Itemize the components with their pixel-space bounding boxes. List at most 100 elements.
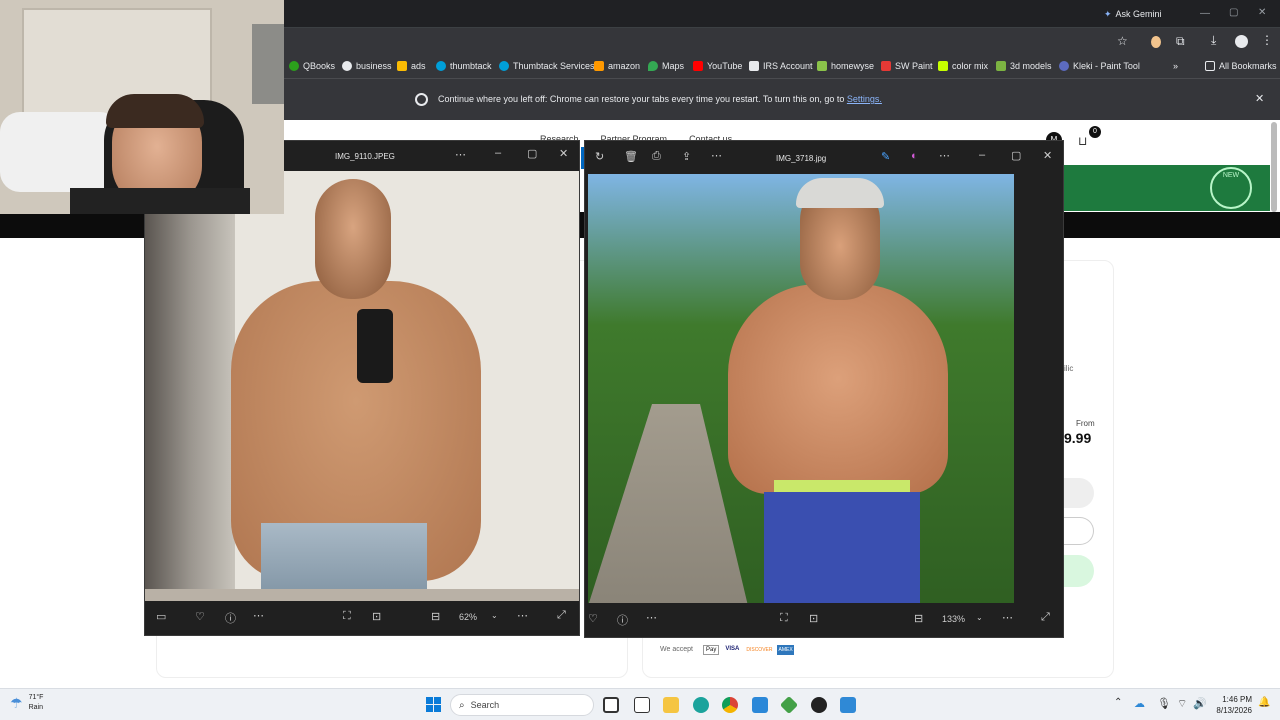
bookmark-label: QBooks — [303, 61, 336, 71]
amex-icon: AMEX — [777, 645, 794, 655]
profile-avatar[interactable] — [1235, 35, 1248, 48]
notification-icon[interactable]: 🔔 — [1258, 697, 1270, 708]
edge-icon[interactable] — [693, 697, 709, 713]
bookmark-thumbtack-services[interactable]: Thumbtack Services — [499, 61, 595, 71]
close-icon[interactable]: ✕ — [1258, 7, 1266, 18]
notes-icon[interactable] — [752, 697, 768, 713]
info-icon[interactable]: ⓘ — [617, 612, 628, 628]
heart-icon[interactable]: ♡ — [195, 610, 205, 623]
bookmark-3d-models[interactable]: 3d models — [996, 61, 1052, 71]
file-explorer-icon[interactable] — [663, 697, 679, 713]
notepad-icon[interactable] — [634, 697, 650, 713]
minimize-icon[interactable]: – — [979, 149, 985, 161]
more-icon[interactable]: ⋯ — [253, 609, 264, 622]
ask-gemini-button[interactable]: ✦ Ask Gemini — [1104, 6, 1174, 22]
app-icon[interactable] — [779, 695, 799, 715]
taskbar-search[interactable]: ⌕ Search — [450, 694, 594, 716]
bookmark-irs[interactable]: IRS Account — [749, 61, 813, 71]
apple-pay-icon: Pay — [703, 645, 720, 655]
weather-condition: Rain — [28, 704, 43, 711]
menu-icon[interactable]: ⋮ — [1261, 33, 1273, 47]
bookmark-maps[interactable]: Maps — [648, 61, 684, 71]
all-bookmarks[interactable]: All Bookmarks — [1205, 61, 1277, 71]
bookmark-business[interactable]: business — [342, 61, 392, 71]
clipchamp-icon[interactable]: ◐ — [911, 150, 918, 162]
chevron-down-icon[interactable]: ⌄ — [491, 611, 498, 620]
chevron-up-icon[interactable]: ⌃ — [1114, 697, 1122, 708]
more-icon[interactable]: ⋯ — [1002, 611, 1013, 624]
close-icon[interactable]: ✕ — [559, 147, 568, 160]
expand-icon[interactable]: ⤢ — [557, 609, 566, 622]
select-icon[interactable]: ⊡ — [809, 612, 818, 625]
more-icon[interactable]: ⋯ — [455, 148, 466, 161]
heart-icon[interactable]: ♡ — [588, 612, 598, 625]
bookmark-label: 3d models — [1010, 61, 1052, 71]
edit-icon[interactable]: ✎ — [881, 150, 890, 163]
fit-icon[interactable]: ⊟ — [431, 610, 440, 623]
bookmark-ads[interactable]: ads — [397, 61, 426, 71]
close-icon[interactable]: ✕ — [1043, 149, 1052, 162]
chevron-double-right-icon[interactable]: » — [1173, 61, 1178, 71]
task-view-icon[interactable] — [603, 697, 619, 713]
more-icon[interactable]: ⋯ — [939, 149, 950, 162]
photo-title: IMG_9110.JPEG — [335, 152, 395, 161]
bookmark-kleki[interactable]: Kleki - Paint Tool — [1059, 61, 1140, 71]
maximize-icon[interactable]: ▢ — [527, 147, 537, 160]
filmstrip-icon[interactable]: ▭ — [156, 610, 166, 623]
more-icon[interactable]: ⋯ — [646, 611, 657, 624]
chevron-down-icon[interactable]: ⌄ — [976, 613, 983, 622]
page-scrollbar[interactable] — [1271, 122, 1277, 212]
minimize-icon[interactable]: — — [1200, 8, 1210, 19]
cloud-icon[interactable]: ☁ — [1134, 697, 1145, 710]
fit-icon[interactable]: ⊟ — [914, 612, 923, 625]
bookmark-sw-paint[interactable]: SW Paint — [881, 61, 933, 71]
select-icon[interactable]: ⊡ — [372, 610, 381, 623]
crop-icon[interactable]: ⛶ — [780, 612, 788, 625]
windows-start-icon[interactable] — [426, 697, 441, 712]
more-icon[interactable]: ⋯ — [711, 149, 722, 162]
weather-temp: 71°F — [28, 694, 44, 701]
chrome-icon[interactable] — [722, 697, 738, 713]
crop-icon[interactable]: ⛶ — [343, 610, 351, 623]
star-icon[interactable]: ☆ — [1117, 34, 1128, 48]
weather-widget[interactable]: ☂ 71°F Rain — [10, 693, 43, 713]
extension-icon[interactable] — [1151, 36, 1161, 48]
zoom-level[interactable]: 62% — [459, 612, 477, 622]
photos-icon[interactable] — [840, 697, 856, 713]
homewyse-icon — [817, 61, 827, 71]
wifi-icon[interactable]: ⌔ — [1177, 697, 1187, 711]
maximize-icon[interactable]: ▢ — [1229, 7, 1238, 18]
price-value: 9.99 — [1064, 430, 1092, 446]
puzzle-icon[interactable]: ⧉ — [1176, 34, 1185, 49]
bookmark-amazon[interactable]: amazon — [594, 61, 640, 71]
share-icon[interactable]: ⇪ — [682, 150, 691, 163]
download-icon[interactable]: ⤓ — [1211, 33, 1216, 48]
bookmark-homewyse[interactable]: homewyse — [817, 61, 874, 71]
bookmark-qbooks[interactable]: QBooks — [289, 61, 335, 71]
promo-banner[interactable]: NEW — [1064, 165, 1270, 211]
rotate-icon[interactable]: ↻ — [595, 150, 604, 163]
settings-link[interactable]: Settings. — [847, 94, 882, 104]
expand-icon[interactable]: ⤢ — [1041, 611, 1050, 624]
option-button[interactable] — [1064, 478, 1094, 508]
microphone-icon[interactable]: 🎙 — [1157, 697, 1171, 710]
bookmark-thumbtack[interactable]: thumbtack — [436, 61, 492, 71]
maximize-icon[interactable]: ▢ — [1011, 149, 1021, 162]
close-icon[interactable]: ✕ — [1255, 92, 1264, 105]
info-icon[interactable]: ⓘ — [225, 610, 236, 626]
clock[interactable]: 1:46 PM 8/13/2026 — [1212, 694, 1252, 716]
app-icon[interactable] — [811, 697, 827, 713]
more-icon[interactable]: ⋯ — [517, 609, 528, 622]
minimize-icon[interactable]: – — [495, 147, 501, 159]
bookmark-color-mix[interactable]: color mix — [938, 61, 988, 71]
secondary-button[interactable] — [1064, 517, 1094, 545]
payment-methods: Pay VISA DISCOVER AMEX — [703, 645, 794, 655]
thumbtack-icon — [436, 61, 446, 71]
bookmark-youtube[interactable]: YouTube — [693, 61, 742, 71]
cart-icon[interactable]: ⊔ — [1078, 134, 1087, 148]
volume-icon[interactable]: 🔊 — [1193, 697, 1207, 710]
trash-icon[interactable]: 🗑 — [624, 150, 638, 163]
photo-image-before — [145, 171, 579, 601]
zoom-level[interactable]: 133% — [942, 614, 965, 624]
print-icon[interactable]: ⎙ — [652, 150, 661, 163]
